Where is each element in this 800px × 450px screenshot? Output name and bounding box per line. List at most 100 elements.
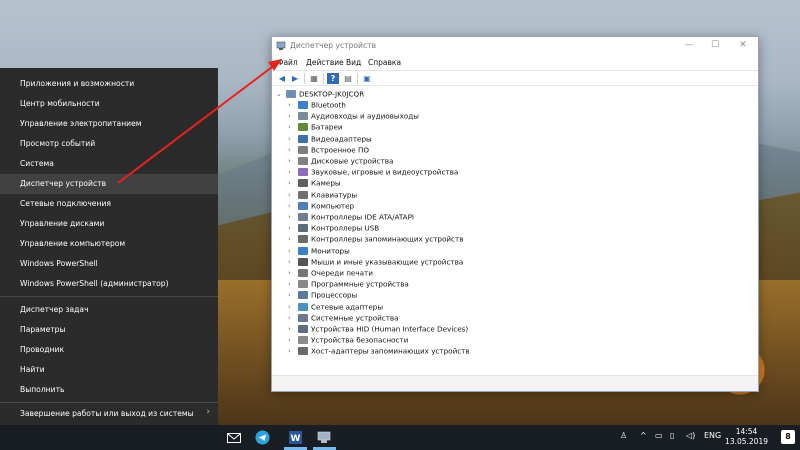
menu-item-disks[interactable]: Управление дисками (20, 219, 104, 228)
properties-icon[interactable]: ▦ (308, 73, 320, 84)
menu-view[interactable]: Вид (346, 58, 361, 67)
forward-arrow-icon[interactable]: ▶ (289, 73, 301, 84)
device-category[interactable]: › Системные устройства (288, 313, 399, 324)
device-category[interactable]: › Bluetooth (288, 100, 346, 111)
device-category[interactable]: › Контроллеры USB (288, 223, 379, 234)
device-manager-window: Диспетчер устройств — ☐ ✕ Файл Действие … (271, 36, 759, 392)
menu-action[interactable]: Действие (306, 58, 344, 67)
device-category-icon (298, 145, 308, 154)
device-category-icon (298, 157, 308, 165)
help-icon[interactable]: ? (327, 73, 339, 84)
device-category[interactable]: › Мониторы (288, 246, 350, 257)
people-icon[interactable]: ♙ (620, 431, 627, 440)
device-category-icon (298, 347, 308, 356)
menu-item-explorer[interactable]: Проводник (20, 345, 64, 354)
close-button[interactable]: ✕ (736, 40, 750, 50)
device-category[interactable]: › Процессоры (288, 290, 357, 301)
chevron-right-icon: › (288, 134, 291, 143)
volume-icon[interactable]: ◁) (686, 431, 695, 440)
menu-item-powershell-admin[interactable]: Windows PowerShell (администратор) (20, 279, 169, 288)
device-category-icon (298, 213, 308, 221)
device-category[interactable]: › Батареи (288, 122, 343, 133)
notification-center-icon[interactable]: 8 (781, 430, 795, 444)
device-category-icon (298, 190, 308, 199)
chevron-up-icon[interactable]: ^ (640, 431, 647, 440)
toolbar-separator (304, 73, 305, 84)
window-title: Диспетчер устройств (290, 41, 377, 50)
menu-item-system[interactable]: Система (20, 159, 54, 168)
word-icon[interactable]: W (287, 429, 304, 446)
language-indicator[interactable]: ENG (704, 431, 721, 440)
back-arrow-icon[interactable]: ◀ (276, 73, 288, 84)
maximize-button[interactable]: ☐ (708, 40, 722, 50)
device-category[interactable]: › Дисковые устройства (288, 156, 393, 167)
scan-hardware-icon[interactable]: ▣ (361, 73, 373, 84)
menu-bar: Файл Действие Вид Справка (272, 55, 758, 69)
chevron-right-icon: › (288, 213, 291, 221)
menu-item-powershell[interactable]: Windows PowerShell (20, 259, 98, 268)
device-category[interactable]: › Контроллеры IDE ATA/ATAPI (288, 212, 414, 223)
menu-file[interactable]: Файл (277, 58, 298, 67)
device-category[interactable]: › Контроллеры запоминающих устройств (288, 234, 463, 245)
menu-help[interactable]: Справка (368, 58, 401, 67)
device-category-label: Сетевые адаптеры (311, 302, 383, 312)
device-category-icon (298, 269, 308, 277)
menu-item-apps[interactable]: Приложения и возможности (20, 79, 134, 88)
menu-item-device-manager[interactable]: Диспетчер устройств (20, 179, 106, 188)
chevron-right-icon: › (288, 168, 291, 177)
device-category-icon (298, 201, 308, 210)
menu-separator (0, 296, 218, 297)
chevron-right-icon: › (288, 336, 291, 345)
device-category-icon (298, 302, 308, 311)
chevron-down-icon: ⌄ (276, 90, 282, 98)
menu-item-computer-management[interactable]: Управление компьютером (20, 239, 125, 248)
device-category[interactable]: › Встроенное ПО (288, 145, 369, 156)
device-category[interactable]: › Хост-адаптеры запоминающих устройств (288, 346, 470, 357)
menu-item-mobility[interactable]: Центр мобильности (20, 99, 100, 108)
menu-item-search[interactable]: Найти (20, 365, 45, 374)
clock-time: 14:54 (735, 427, 758, 436)
device-category-label: Мониторы (311, 246, 350, 256)
menu-item-settings[interactable]: Параметры (20, 325, 65, 334)
menu-item-events[interactable]: Просмотр событий (20, 139, 95, 148)
chevron-right-icon: › (288, 302, 291, 311)
device-category[interactable]: › Аудиовходы и аудиовыходы (288, 111, 419, 122)
device-category[interactable]: › Видеоадаптеры (288, 134, 372, 145)
clock[interactable]: 14:54 13.05.2019 (725, 427, 768, 447)
battery-icon[interactable]: ▯ (670, 431, 674, 440)
telegram-icon[interactable] (254, 429, 271, 446)
device-category[interactable]: › Клавиатуры (288, 190, 357, 201)
chevron-right-icon: › (288, 123, 291, 132)
device-category[interactable]: › Программные устройства (288, 279, 409, 290)
list-view-icon[interactable]: ▤ (342, 73, 354, 84)
device-category[interactable]: › Звуковые, игровые и видеоустройства (288, 167, 458, 178)
menu-item-task-manager[interactable]: Диспетчер задач (20, 305, 89, 314)
device-category-label: Звуковые, игровые и видеоустройства (311, 167, 459, 177)
mail-icon[interactable] (225, 429, 242, 446)
menu-item-shutdown[interactable]: Завершение работы или выход из системы (20, 409, 194, 418)
device-category[interactable]: › Камеры (288, 178, 341, 189)
device-category-label: Устройства HID (Human Interface Devices) (311, 324, 469, 334)
chevron-right-icon: › (288, 269, 291, 277)
title-bar[interactable]: Диспетчер устройств — ☐ ✕ (272, 37, 758, 55)
chevron-right-icon: › (288, 224, 291, 233)
device-category[interactable]: › Сетевые адаптеры (288, 302, 383, 313)
winx-menu: Приложения и возможности Центр мобильнос… (0, 68, 218, 425)
device-category[interactable]: › Компьютер (288, 201, 354, 212)
device-category-label: Очереди печати (311, 268, 373, 278)
tree-root[interactable]: ⌄ DESKTOP-JK0JCQR (276, 89, 364, 100)
device-category[interactable]: › Мыши и иные указывающие устройства (288, 257, 463, 268)
menu-item-network[interactable]: Сетевые подключения (20, 199, 111, 208)
network-icon[interactable]: ▭ (655, 431, 663, 440)
menu-separator (0, 402, 218, 403)
device-category[interactable]: › Устройства HID (Human Interface Devices… (288, 324, 468, 335)
device-category-label: Хост-адаптеры запоминающих устройств (311, 346, 470, 356)
device-category[interactable]: › Устройства безопасности (288, 335, 408, 346)
device-manager-taskbar-icon[interactable] (316, 429, 333, 446)
menu-item-power[interactable]: Управление электропитанием (20, 119, 142, 128)
device-category[interactable]: › Очереди печати (288, 268, 373, 279)
minimize-button[interactable]: — (682, 40, 696, 50)
menu-item-run[interactable]: Выполнить (20, 385, 64, 394)
status-bar (272, 375, 758, 391)
device-category-icon (298, 168, 308, 177)
